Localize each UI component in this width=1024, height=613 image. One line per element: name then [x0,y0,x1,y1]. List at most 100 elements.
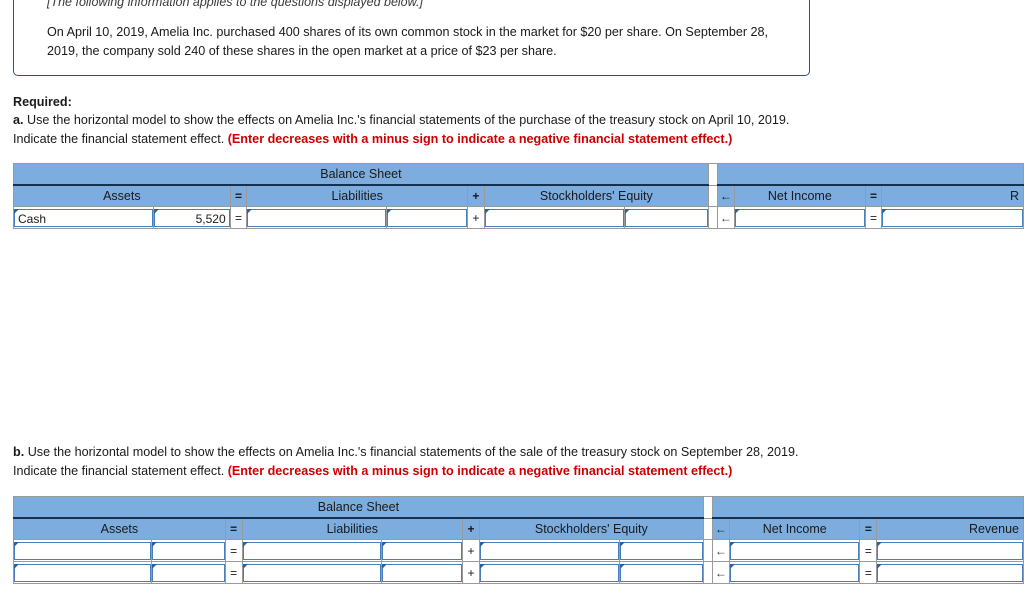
header-op-equals-2: = [864,184,883,207]
net-income-input[interactable] [730,541,860,560]
table-a-group-header-row: Balance Sheet [13,163,1024,186]
liability-amount-input[interactable] [381,541,463,560]
cell-asset-label[interactable]: Cash [12,206,155,229]
asset-amount-input[interactable] [152,541,225,560]
section-gap [707,163,718,186]
header-net-income: Net Income [734,184,866,207]
header-assets: Assets [13,517,226,540]
liability-label-input[interactable] [247,208,386,227]
op-equals-1: = [224,561,243,584]
header-op-equals-1: = [224,517,243,540]
header-revenue: Revenue [876,517,1024,540]
table-row: = + ← = [12,539,1024,562]
info-paragraph: On April 10, 2019, Amelia Inc. purchased… [47,25,769,58]
net-income-input[interactable] [735,208,865,227]
header-liabilities: Liabilities [246,184,469,207]
liability-label-input[interactable] [242,563,381,582]
op-plus-1: + [462,561,480,584]
op-equals-2: = [859,561,878,584]
cell-equity-amount[interactable] [618,561,704,584]
horizontal-model-table-a: Balance Sheet Assets = Liabilities + Sto… [12,163,1024,229]
cell-asset-label[interactable] [12,561,153,584]
table-a-column-header-row: Assets = Liabilities + Stockholders' Equ… [13,184,1024,207]
section-gap-row [707,206,718,229]
part-a-letter: a. [13,113,24,127]
cell-equity-label[interactable] [478,539,620,562]
info-italic-note: [The following information applies to th… [47,0,423,9]
header-op-plus-1: + [462,517,480,540]
table-b-column-header-row: Assets = Liabilities + Stockholders' Equ… [13,517,1024,540]
question-info-box: [The following information applies to th… [13,0,810,76]
cell-liability-label[interactable] [246,206,387,229]
asset-label-input[interactable] [14,541,152,560]
section-gap-header [707,184,718,207]
header-net-income: Net Income [728,517,861,540]
table-b-group-header-row: Balance Sheet [13,496,1024,519]
op-equals-1: = [224,539,243,562]
header-op-equals-2: = [859,517,878,540]
cell-net-income[interactable] [728,539,861,562]
cell-revenue[interactable] [876,539,1024,562]
cell-equity-amount[interactable] [623,206,709,229]
cell-liability-amount[interactable] [385,206,469,229]
liability-label-input[interactable] [242,541,381,560]
required-section-a: Required: a. Use the horizontal model to… [13,95,833,148]
asset-amount-input[interactable]: 5,520 [154,208,230,227]
cell-asset-amount[interactable]: 5,520 [153,206,231,229]
equity-amount-input[interactable] [619,541,703,560]
horizontal-model-table-b: Balance Sheet Assets = Liabilities + Sto… [12,496,1024,584]
cell-net-income[interactable] [734,206,866,229]
table-row: Cash 5,520 = + ← = [12,206,1024,229]
header-op-arrow-1: ← [716,184,736,207]
section-gap-row [702,539,713,562]
header-assets: Assets [13,184,231,207]
cell-asset-amount[interactable] [151,539,226,562]
cell-equity-label[interactable] [478,561,620,584]
revenue-input[interactable] [877,563,1023,582]
equity-label-input[interactable] [479,541,619,560]
part-b-note: (Enter decreases with a minus sign to in… [227,463,733,478]
cell-equity-label[interactable] [483,206,625,229]
asset-label-input[interactable]: Cash [14,208,154,227]
required-title: Required: [13,95,72,109]
revenue-input[interactable] [882,208,1023,227]
cell-equity-amount[interactable] [618,539,704,562]
op-arrow-1: ← [716,206,736,229]
section-gap [702,496,713,519]
op-arrow-1: ← [711,539,731,562]
op-equals-2: = [864,206,883,229]
cell-liability-amount[interactable] [380,539,464,562]
header-income-statement-blank [716,163,1024,186]
header-balance-sheet: Balance Sheet [13,496,704,519]
op-equals-1: = [229,206,248,229]
cell-liability-label[interactable] [241,539,382,562]
equity-label-input[interactable] [479,563,619,582]
header-stockholders-equity: Stockholders' Equity [483,184,709,207]
cell-liability-amount[interactable] [380,561,464,584]
net-income-input[interactable] [730,563,860,582]
op-plus-1: + [462,539,480,562]
cell-asset-label[interactable] [12,539,153,562]
liability-amount-input[interactable] [386,208,468,227]
equity-amount-input[interactable] [624,208,708,227]
cell-revenue[interactable] [881,206,1024,229]
equity-amount-input[interactable] [619,563,703,582]
asset-label-input[interactable] [14,563,152,582]
header-op-equals-1: = [229,184,248,207]
revenue-input[interactable] [877,541,1023,560]
part-a-note: (Enter decreases with a minus sign to in… [227,131,733,146]
header-stockholders-equity: Stockholders' Equity [478,517,704,540]
liability-amount-input[interactable] [381,563,463,582]
cell-liability-label[interactable] [241,561,382,584]
part-b-letter: b. [13,445,25,459]
required-section-b: b. Use the horizontal model to show the … [13,443,833,480]
part-b-instruction: b. Use the horizontal model to show the … [13,443,833,480]
cell-asset-amount[interactable] [151,561,226,584]
cell-net-income[interactable] [728,561,861,584]
op-equals-2: = [859,539,878,562]
asset-amount-input[interactable] [152,563,225,582]
cell-revenue[interactable] [876,561,1024,584]
op-plus-1: + [467,206,485,229]
equity-label-input[interactable] [484,208,624,227]
header-op-plus-1: + [467,184,485,207]
